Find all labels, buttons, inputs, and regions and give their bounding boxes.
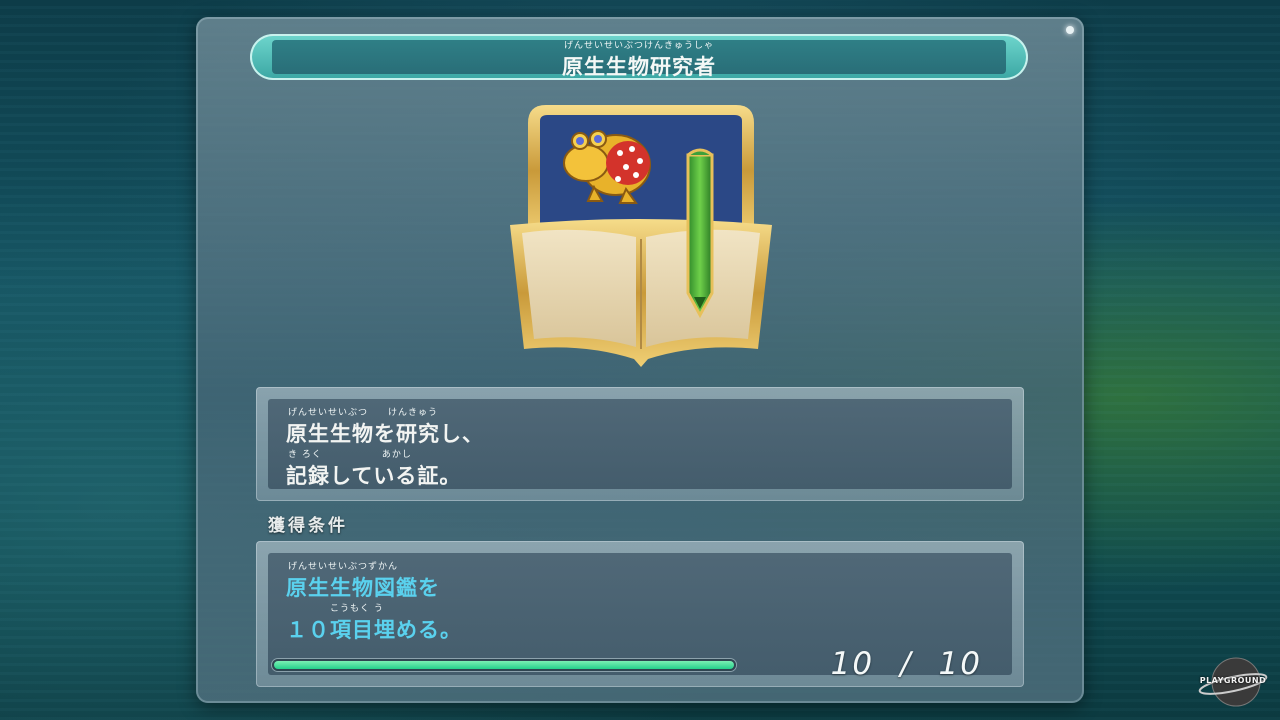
description-line-2-text: 記録している証。 [286,464,462,488]
condition-line-2-text: １０項目埋める。 [286,618,462,642]
condition-line-1-ruby: げんせいせいぶつずかん [288,562,399,572]
award-title: 原生生物研究者 [562,55,716,79]
description-box: げんせいせいぶつ けんきゅう 原生生物を研究し、 き ろく あかし 記録している… [256,387,1024,501]
title-banner: げんせいせいぶつけんきゅうしゃ 原生生物研究者 [250,34,1028,80]
description-line-1: げんせいせいぶつ けんきゅう 原生生物を研究し、 [286,407,484,448]
watermark-text: PLAYGROUND [1199,676,1267,685]
progress-total: 10 [938,646,982,682]
award-detail-panel: げんせいせいぶつけんきゅうしゃ 原生生物研究者 げんせいせいぶつ けんきゅう 原… [196,17,1084,703]
condition-box: げんせいせいぶつずかん 原生生物図鑑を こうもく う １０項目埋める。 10/1… [256,541,1024,687]
condition-line-1-text: 原生生物図鑑を [286,576,440,600]
condition-line-1: げんせいせいぶつずかん 原生生物図鑑を [286,561,440,602]
progress-separator: / [900,646,913,682]
title-ruby: げんせいせいぶつけんきゅうしゃ [563,41,714,51]
frog-notebook-pencil-badge-icon [510,105,772,367]
description-line-1-text: 原生生物を研究し、 [286,422,484,446]
condition-heading: 獲得条件 [268,516,348,536]
watermark-logo: PLAYGROUND [1198,652,1268,712]
condition-line-2: こうもく う １０項目埋める。 [286,603,462,644]
progress-fill [274,661,734,669]
progress-bar [272,659,736,671]
description-panel: げんせいせいぶつ けんきゅう 原生生物を研究し、 き ろく あかし 記録している… [268,399,1012,489]
description-line-2-ruby: き ろく あかし [288,450,412,460]
title-plate: げんせいせいぶつけんきゅうしゃ 原生生物研究者 [272,40,1006,79]
progress-current: 10 [830,646,875,682]
description-line-2: き ろく あかし 記録している証。 [286,449,461,490]
progress-count: 10 / 10 [786,646,982,682]
corner-light [1066,26,1074,34]
description-line-1-ruby: げんせいせいぶつ けんきゅう [288,408,439,418]
condition-line-2-ruby: こうもく う [330,604,384,614]
